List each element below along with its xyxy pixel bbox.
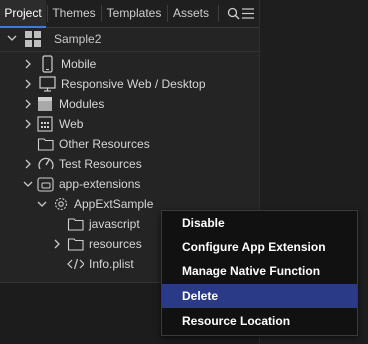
divider xyxy=(0,51,259,52)
menu-item-resource-location[interactable]: Resource Location xyxy=(162,309,357,333)
tree-item-label: Responsive Web / Desktop xyxy=(61,77,206,91)
menu-item-label: Disable xyxy=(182,216,225,230)
chevron-down-icon[interactable] xyxy=(21,174,35,194)
chevron-down-icon[interactable] xyxy=(5,29,19,49)
tree-item-label: javascript xyxy=(89,217,140,231)
tab-project[interactable]: Project xyxy=(0,0,46,28)
module-icon xyxy=(38,97,52,111)
tree-item-modules[interactable]: Modules xyxy=(0,94,259,114)
tree-item-label: Info.plist xyxy=(89,257,134,271)
chevron-right-icon[interactable] xyxy=(50,234,64,254)
tree-item-label: Web xyxy=(59,117,84,131)
chevron-right-icon[interactable] xyxy=(21,94,35,114)
code-file-icon xyxy=(67,258,84,270)
project-root-row[interactable]: Sample2 xyxy=(0,29,259,49)
chevron-down-icon[interactable] xyxy=(35,194,49,214)
chevron-right-icon[interactable] xyxy=(21,54,35,74)
gear-icon xyxy=(54,197,68,211)
panel-tabs: Project Themes Templates Assets xyxy=(0,0,259,28)
menu-item-disable[interactable]: Disable xyxy=(162,211,357,235)
gauge-icon xyxy=(38,157,54,170)
tree-item-label: AppExtSample xyxy=(74,197,154,211)
tab-templates[interactable]: Templates xyxy=(102,0,166,27)
menu-item-manage-native-function-apis[interactable]: Manage Native Function API(s) xyxy=(162,259,357,302)
tab-assets[interactable]: Assets xyxy=(168,0,214,27)
tree-item-responsive-web[interactable]: Responsive Web / Desktop xyxy=(0,74,259,94)
tree-item-other-resources[interactable]: Other Resources xyxy=(0,134,259,154)
tree-item-label: resources xyxy=(89,237,142,251)
search-icon[interactable] xyxy=(227,7,240,20)
tree-item-test-resources[interactable]: Test Resources xyxy=(0,154,259,174)
context-menu: Disable Configure App Extension Manage N… xyxy=(161,210,358,336)
tree-item-app-extensions[interactable]: app-extensions xyxy=(0,174,259,194)
tree-item-label: Modules xyxy=(59,97,105,111)
chevron-right-icon[interactable] xyxy=(21,114,35,134)
menu-icon[interactable] xyxy=(242,8,254,19)
tree-item-label: Test Resources xyxy=(59,157,142,171)
tree-item-web[interactable]: Web xyxy=(0,114,259,134)
tab-themes[interactable]: Themes xyxy=(48,0,100,27)
project-grid-icon xyxy=(25,31,41,47)
folder-icon xyxy=(67,218,84,231)
folder-icon xyxy=(37,138,54,151)
chevron-right-icon[interactable] xyxy=(21,154,35,174)
tree-item-label: Other Resources xyxy=(59,137,150,151)
tree-item-mobile[interactable]: Mobile xyxy=(0,54,259,74)
menu-item-delete[interactable]: Delete xyxy=(162,284,357,308)
project-name: Sample2 xyxy=(54,32,102,46)
desktop-icon xyxy=(39,76,56,92)
menu-item-configure-app-extension[interactable]: Configure App Extension xyxy=(162,235,357,259)
tree-item-label: Mobile xyxy=(61,57,97,71)
tree-item-label: app-extensions xyxy=(59,177,141,191)
menu-item-label: Resource Location xyxy=(182,314,291,328)
chevron-right-icon[interactable] xyxy=(21,74,35,94)
menu-item-label: Delete xyxy=(182,289,219,303)
tab-divider xyxy=(218,5,219,22)
folder-icon xyxy=(67,238,84,251)
mobile-icon xyxy=(42,55,53,73)
extension-icon xyxy=(37,177,54,192)
web-grid-icon xyxy=(37,116,53,132)
menu-item-label: Configure App Extension xyxy=(182,240,326,254)
